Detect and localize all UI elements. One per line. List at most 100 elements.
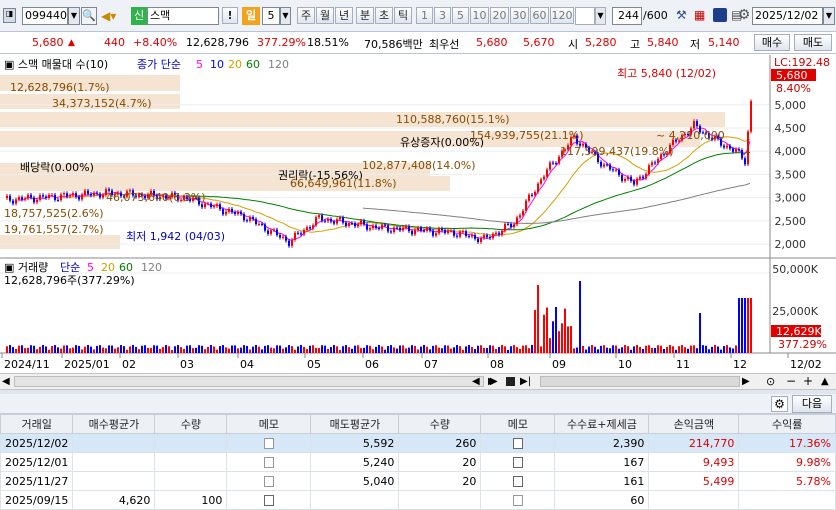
buy-button[interactable]: 매수 <box>754 34 790 51</box>
volume-bar <box>183 348 185 353</box>
candle <box>261 223 263 225</box>
memo-add-icon[interactable] <box>226 490 312 510</box>
chart-scrollbar[interactable]: ◀ ▶ ◀ ▶ ▶| ▶ ⊙ − + ▲ <box>0 373 836 390</box>
price-change-pct: +8.40% <box>133 36 178 49</box>
col-buy-avg[interactable]: 매수평균가 <box>72 414 156 434</box>
col-sell-qty[interactable]: 수량 <box>398 414 482 434</box>
table-row[interactable]: 2025/12/02 5,592 260 2,390 214,770 17.36… <box>0 433 836 453</box>
interval-input[interactable] <box>575 7 595 25</box>
next-button[interactable]: 다음 <box>792 395 832 413</box>
volume-bar <box>483 347 485 353</box>
col-buy-qty[interactable]: 수량 <box>154 414 228 434</box>
scroll-thumb[interactable] <box>14 376 484 387</box>
volume-bar <box>417 349 419 353</box>
period-second-button[interactable]: 초 <box>375 7 393 24</box>
volume-bar <box>207 346 209 353</box>
volume-bar <box>201 345 203 353</box>
calendar-dropdown-icon[interactable]: ▼ <box>823 7 835 25</box>
play-icon[interactable]: ▶ <box>490 376 498 387</box>
memo-icon[interactable] <box>226 452 312 472</box>
interval-10-button[interactable]: 10 <box>470 7 489 24</box>
candle <box>96 192 98 194</box>
candle <box>444 230 446 233</box>
volume-bar <box>36 349 38 353</box>
alert-button[interactable]: ! <box>222 7 238 24</box>
search-icon[interactable]: 🔍 <box>81 7 97 25</box>
memo-icon[interactable] <box>226 433 312 453</box>
settings-gear-icon[interactable]: ⚙ <box>771 396 788 412</box>
memo-add-icon[interactable] <box>480 452 556 472</box>
col-buy-memo[interactable]: 메모 <box>226 414 312 434</box>
candle <box>294 232 296 240</box>
bar-count-input[interactable]: 244 <box>612 7 642 25</box>
prev-icon[interactable]: ◀ <box>472 376 480 387</box>
volume-bar <box>711 346 713 353</box>
stop-icon[interactable] <box>506 377 515 386</box>
period-day-button[interactable]: 일 <box>242 7 260 25</box>
date-field[interactable]: 2025/12/02 <box>752 7 823 25</box>
volume-bar <box>474 349 476 353</box>
memo-add-icon[interactable] <box>480 433 556 453</box>
next-icon[interactable]: ▶| <box>520 376 531 387</box>
candle <box>420 227 422 231</box>
memo-icon[interactable] <box>480 490 556 510</box>
gear-icon[interactable]: ⚙ <box>736 7 752 25</box>
interval-dropdown-icon[interactable]: ▼ <box>595 7 606 25</box>
scroll-up-icon[interactable]: ▲ <box>821 376 829 387</box>
volume-bar <box>654 347 656 353</box>
period-month-button[interactable]: 월 <box>316 7 334 24</box>
volume-bar <box>135 346 137 353</box>
interval-5-button[interactable]: 5 <box>452 7 469 24</box>
period-tick-button[interactable]: 틱 <box>394 7 412 24</box>
col-rate[interactable]: 수익률 <box>738 414 836 434</box>
period-minute-button[interactable]: 분 <box>356 7 374 24</box>
col-date[interactable]: 거래일 <box>0 414 74 434</box>
speaker-icon[interactable]: ◀▾ <box>101 7 125 25</box>
scroll-track[interactable] <box>540 376 740 387</box>
stock-code-input[interactable]: 099440 <box>22 7 68 25</box>
code-dropdown-icon[interactable]: ▼ <box>68 7 80 25</box>
volume-bar <box>105 348 107 353</box>
price-chart[interactable]: 5,000 4,500 4,000 3,500 3,000 2,500 2,000 50,00… <box>0 55 836 373</box>
interval-120-button[interactable]: 120 <box>550 7 574 24</box>
save-icon[interactable] <box>713 8 727 22</box>
period-week-button[interactable]: 주 <box>297 7 315 24</box>
stock-name-field[interactable]: 스맥 <box>147 7 219 25</box>
volume-bar <box>66 345 68 353</box>
zoom-minus-icon[interactable]: − <box>786 374 796 388</box>
table-row[interactable]: 2025/11/27 5,040 20 161 5,499 5.78% <box>0 471 836 491</box>
col-sell-avg[interactable]: 매도평균가 <box>310 414 400 434</box>
volume-bar <box>636 345 638 353</box>
zoom-reset-icon[interactable]: ⊙ <box>766 375 775 388</box>
volume-bar <box>324 345 326 353</box>
volume-bar <box>660 345 662 353</box>
volume-bar <box>75 345 77 353</box>
sell-button[interactable]: 매도 <box>794 34 832 51</box>
zoom-plus-icon[interactable]: + <box>803 374 813 388</box>
memo-add-icon[interactable] <box>480 471 556 491</box>
table-row[interactable]: 2025/09/15 4,620 100 60 <box>0 490 836 510</box>
candle <box>318 215 320 218</box>
col-sell-memo[interactable]: 메모 <box>480 414 556 434</box>
volume-band <box>0 112 725 127</box>
chart-icon[interactable]: ▦ <box>694 8 708 22</box>
interval-30-button[interactable]: 30 <box>510 7 529 24</box>
volume-bar <box>696 348 698 353</box>
interval-3-button[interactable]: 3 <box>434 7 451 24</box>
tools-icon[interactable]: ⚒ <box>676 8 690 22</box>
period-year-button[interactable]: 년 <box>335 7 353 24</box>
period-num-field[interactable]: 5 <box>262 7 280 25</box>
lock-icon[interactable]: ◨ <box>3 8 16 23</box>
interval-60-button[interactable]: 60 <box>530 7 549 24</box>
period-num-dropdown-icon[interactable]: ▼ <box>280 7 291 25</box>
col-pnl[interactable]: 손익금액 <box>648 414 740 434</box>
scroll-end-icon[interactable]: ▶ <box>742 376 750 387</box>
scroll-left-icon[interactable]: ◀ <box>2 376 10 387</box>
table-row[interactable]: 2025/12/01 5,240 20 167 9,493 9.98% <box>0 452 836 472</box>
memo-icon[interactable] <box>226 471 312 491</box>
volume-bar <box>225 347 227 353</box>
interval-20-button[interactable]: 20 <box>490 7 509 24</box>
interval-1-button[interactable]: 1 <box>416 7 433 24</box>
candle <box>618 169 620 176</box>
col-fee[interactable]: 수수료+제세금 <box>554 414 650 434</box>
